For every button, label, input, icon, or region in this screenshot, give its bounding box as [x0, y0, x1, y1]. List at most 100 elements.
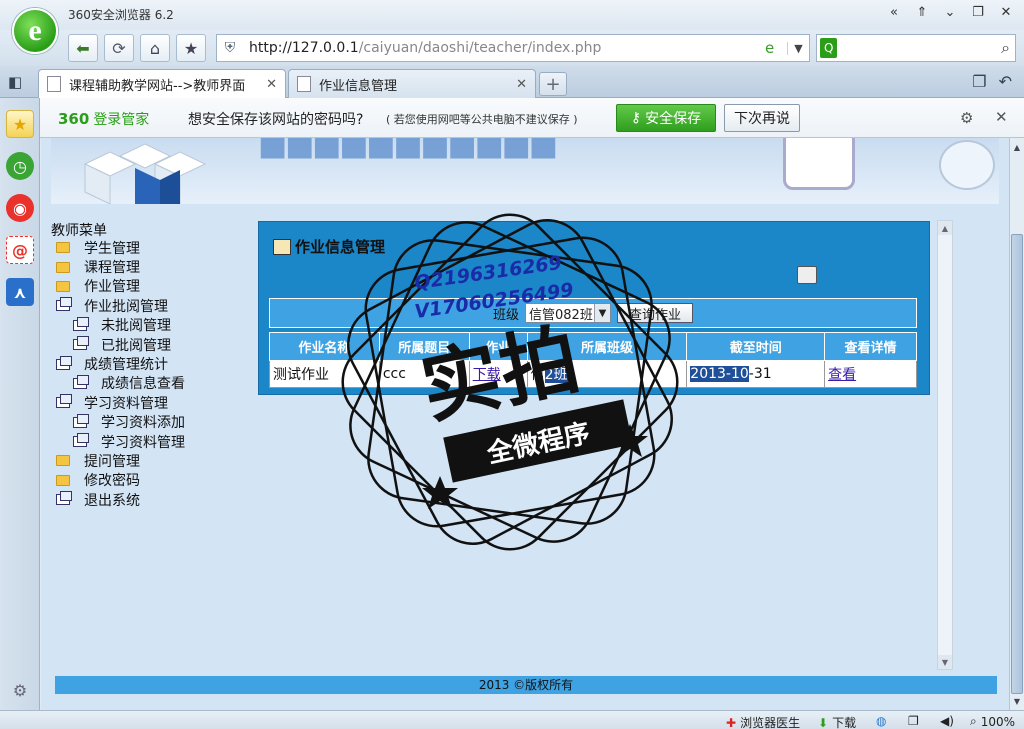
folder-icon — [56, 242, 70, 254]
filter-bar: 班级 信管082班 ▼ 查询作业 — [269, 298, 917, 328]
download-arrow-icon: ⬇ — [818, 715, 829, 729]
menu-item-reviewed[interactable]: 已批阅管理 — [51, 335, 251, 354]
monitor-graphic-icon — [783, 138, 855, 190]
menu-item-label: 未批阅管理 — [101, 318, 171, 335]
minimize-icon[interactable]: ⌄ — [938, 2, 962, 22]
window-icon[interactable]: ❐ — [908, 714, 919, 728]
page-icon — [297, 76, 311, 92]
side-panel: ★ ◷ ◉ @ ⋏ ⚙ — [0, 98, 40, 710]
printer-icon[interactable] — [797, 266, 817, 284]
new-tab-button[interactable]: + — [539, 72, 567, 96]
favorite-star-icon[interactable]: ★ — [176, 34, 206, 62]
home-icon[interactable]: ⌂ — [140, 34, 170, 62]
menu-item-unreviewed[interactable]: 未批阅管理 — [51, 316, 251, 335]
download-label: 下载 — [832, 716, 857, 729]
menu-item-label: 成绩管理统计 — [84, 357, 168, 374]
scroll-up-icon[interactable]: ▲ — [1010, 140, 1024, 154]
safe-save-label: 安全保存 — [645, 111, 702, 127]
inner-scrollbar[interactable]: ▲ ▼ — [937, 220, 953, 670]
search-input[interactable] — [837, 36, 997, 60]
tab-bar: ◧ 课程辅助教学网站-->教师界面 ✕ 作业信息管理 ✕ + ❐ ↶ — [0, 66, 1024, 98]
page-scrollbar[interactable]: ▲ ▼ — [1009, 138, 1024, 710]
tab-label: 作业信息管理 — [319, 78, 398, 94]
cell-deadline: 2013-10-31 — [686, 360, 826, 388]
deadline-highlight: 2013-10 — [690, 366, 749, 382]
view-detail-link[interactable]: 查看 — [828, 367, 856, 383]
url-path: /caiyuan/daoshi/teacher/index.php — [358, 40, 602, 56]
menu-item-materials-management[interactable]: 学习资料管理 — [51, 393, 251, 412]
close-tab-icon[interactable]: ✕ — [266, 77, 277, 92]
scroll-thumb[interactable] — [1011, 234, 1023, 694]
menu-item-question-management[interactable]: 提问管理 — [51, 451, 251, 470]
restore-icon[interactable]: ❐ — [966, 2, 990, 22]
menu-item-grade-view[interactable]: 成绩信息查看 — [51, 374, 251, 393]
menu-item-materials-manage[interactable]: 学习资料管理 — [51, 432, 251, 451]
volume-icon[interactable]: ◀) — [940, 714, 954, 728]
globe-icon: ◍ — [876, 714, 887, 728]
status-bar: ✚ 浏览器医生 ⬇ 下载 ◍ ❐ ◀) ⌕ 100% — [0, 710, 1024, 729]
homework-panel: 作业信息管理 班级 信管082班 ▼ 查询作业 作业名称 所属题目 作业 所属班级… — [258, 221, 930, 395]
menu-item-label: 提问管理 — [84, 454, 140, 470]
menu-item-course-management[interactable]: 课程管理 — [51, 257, 251, 276]
tab-list-icon[interactable]: ❐ — [972, 72, 986, 91]
ie-mode-icon[interactable]: e — [765, 39, 787, 57]
tab-teacher-page[interactable]: 课程辅助教学网站-->教师界面 ✕ — [38, 69, 286, 98]
menu-item-materials-add[interactable]: 学习资料添加 — [51, 413, 251, 432]
scroll-down-icon[interactable]: ▼ — [1010, 694, 1024, 708]
tab-label: 课程辅助教学网站-->教师界面 — [69, 78, 246, 94]
teacher-menu: 教师菜单 学生管理 课程管理 作业管理 作业批阅管理 未批阅管理 已批阅管理 成… — [51, 220, 251, 509]
folder-icon — [56, 261, 70, 273]
folder-icon — [56, 455, 70, 467]
url-host: http://127.0.0.1 — [249, 40, 359, 56]
search-engine-icon[interactable]: Q — [820, 38, 838, 58]
undo-close-icon[interactable]: ↶ — [999, 72, 1012, 91]
close-window-icon[interactable]: ✕ — [994, 2, 1018, 22]
browser-doctor-label: 浏览器医生 — [740, 716, 801, 729]
menu-item-logout[interactable]: 退出系统 — [51, 490, 251, 509]
later-button[interactable]: 下次再说 — [724, 104, 800, 132]
back-icon[interactable]: ⬅ — [68, 34, 98, 62]
menu-item-change-password[interactable]: 修改密码 — [51, 471, 251, 490]
address-bar[interactable]: ⛨ http://127.0.0.1/caiyuan/daoshi/teache… — [216, 34, 810, 62]
query-homework-button[interactable]: 查询作业 — [617, 303, 693, 323]
gear-icon[interactable]: ⚙ — [960, 109, 973, 127]
refresh-icon[interactable]: ⟳ — [104, 34, 134, 62]
app-icon[interactable]: ⋏ — [6, 278, 34, 306]
weibo-icon[interactable]: ◉ — [6, 194, 34, 222]
chevron-down-icon[interactable]: ▼ — [787, 41, 809, 55]
menu-item-homework-management[interactable]: 作业管理 — [51, 277, 251, 296]
skin-icon[interactable]: ⇑ — [910, 2, 934, 22]
menu-item-label: 作业管理 — [84, 279, 140, 296]
history-clock-icon[interactable]: ◷ — [6, 152, 34, 180]
folder-icon — [56, 280, 70, 292]
favorites-star-icon[interactable]: ★ — [6, 110, 34, 138]
browser-doctor[interactable]: ✚ 浏览器医生 — [726, 714, 800, 729]
search-icon[interactable]: ⌕ — [996, 38, 1015, 58]
url-text[interactable]: http://127.0.0.1/caiyuan/daoshi/teacher/… — [243, 40, 765, 56]
menu-item-label: 学习资料管理 — [101, 434, 185, 451]
close-icon[interactable]: ✕ — [995, 108, 1008, 126]
browser-logo-icon[interactable]: e — [12, 8, 58, 54]
sidebar-toggle-icon[interactable]: ◧ — [8, 73, 22, 91]
menu-item-grade-statistics[interactable]: 成绩管理统计 — [51, 354, 251, 373]
panel-header: 作业信息管理 — [273, 236, 385, 257]
close-tab-icon[interactable]: ✕ — [516, 77, 527, 92]
zoom-control[interactable]: ⌕ 100% — [970, 714, 1015, 729]
folder-open-icon — [73, 374, 89, 389]
settings-gear-icon[interactable]: ⚙ — [6, 676, 34, 704]
menu-item-student-management[interactable]: 学生管理 — [51, 238, 251, 257]
page-icon — [47, 76, 61, 92]
col-deadline: 截至时间 — [686, 332, 826, 361]
download-status[interactable]: ⬇ 下载 — [818, 714, 856, 729]
collapse-icon[interactable]: « — [882, 2, 906, 22]
login-manager-brand: 360 登录管家 — [58, 109, 149, 129]
tab-tools: ❐ ↶ — [972, 72, 1012, 91]
picture-icon — [273, 238, 291, 255]
tab-homework-management[interactable]: 作业信息管理 ✕ — [288, 69, 536, 98]
ie-icon[interactable]: ◍ — [876, 714, 886, 728]
scroll-down-icon[interactable]: ▼ — [938, 655, 952, 669]
menu-item-homework-review[interactable]: 作业批阅管理 — [51, 296, 251, 315]
mail-icon[interactable]: @ — [6, 236, 34, 264]
safe-save-button[interactable]: ⚷ 安全保存 — [616, 104, 716, 132]
scroll-up-icon[interactable]: ▲ — [938, 221, 952, 235]
